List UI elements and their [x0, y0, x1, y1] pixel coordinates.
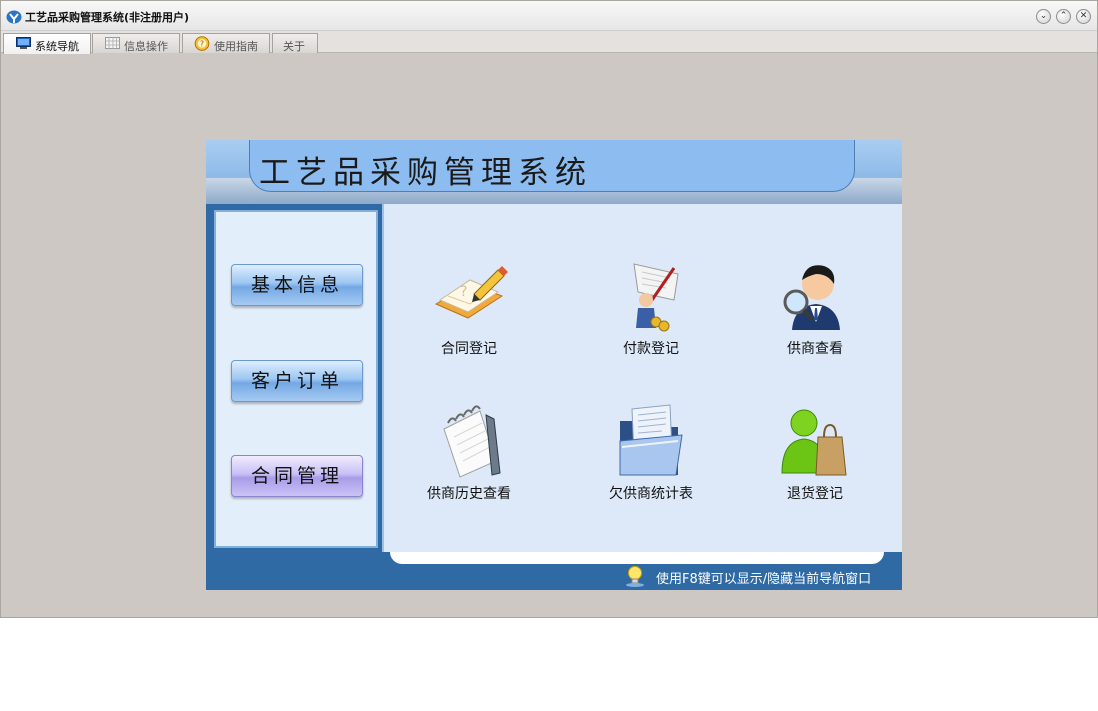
svg-text:?: ?: [200, 39, 204, 48]
nav-item-label: 合同登记: [441, 341, 497, 357]
tab-about[interactable]: 关于: [272, 33, 318, 53]
tip-bar: 使用F8键可以显示/隐藏当前导航窗口: [624, 564, 894, 588]
grid-icon: [105, 37, 120, 49]
tab-label: 使用指南: [214, 40, 258, 53]
sidebar-button-contract-mgmt[interactable]: 合同管理: [231, 455, 363, 497]
title-bar: 工艺品采购管理系统(非注册用户) ⌄ ⌃ ✕: [1, 1, 1097, 31]
nav-item-return-register[interactable]: 退货登记: [740, 401, 890, 503]
monitor-icon: [16, 37, 31, 49]
nav-item-label: 退货登记: [787, 486, 843, 502]
sidebar: 基本信息 客户订单 合同管理: [214, 210, 378, 548]
tab-bar: 系统导航 信息操作 ? 使用指南 关于: [1, 31, 1097, 54]
tab-label: 系统导航: [35, 40, 79, 53]
payment-person-icon: [633, 263, 679, 332]
nav-item-label: 欠供商统计表: [609, 486, 693, 502]
navigation-panel: 工艺品采购管理系统 基本信息 客户订单 合同管理 ? 合同登记 付款登记 供商查…: [206, 140, 902, 590]
tip-text: 使用F8键可以显示/隐藏当前导航窗口: [656, 572, 872, 587]
nav-item-payment-register[interactable]: 付款登记: [576, 256, 726, 358]
tab-system-nav[interactable]: 系统导航: [3, 33, 91, 54]
footer-arc: [390, 552, 884, 564]
nav-item-supplier-debt-stats[interactable]: 欠供商统计表: [576, 401, 726, 503]
close-button[interactable]: ✕: [1076, 9, 1091, 24]
app-window: 工艺品采购管理系统(非注册用户) ⌄ ⌃ ✕ 系统导航 信息操作 ? 使用指南 …: [0, 0, 1098, 618]
person-magnifier-icon: [783, 265, 840, 330]
maximize-button[interactable]: ⌃: [1056, 9, 1071, 24]
content-area: ? 合同登记 付款登记 供商查看 供商历史查看 欠供商统计表 退货登记: [382, 204, 902, 552]
lightbulb-icon: [626, 566, 644, 587]
tab-user-guide[interactable]: ? 使用指南: [182, 33, 270, 53]
nav-item-supplier-history[interactable]: 供商历史查看: [394, 401, 544, 503]
header-title-box: 工艺品采购管理系统: [249, 140, 855, 192]
notebook-pencil-icon: ?: [434, 266, 508, 319]
tab-label: 关于: [283, 40, 305, 53]
notepad-icon: [443, 405, 501, 478]
app-logo-icon: [6, 10, 22, 24]
sidebar-button-customer-orders[interactable]: 客户订单: [231, 360, 363, 402]
sidebar-button-basic-info[interactable]: 基本信息: [231, 264, 363, 306]
nav-item-supplier-view[interactable]: 供商查看: [740, 256, 890, 358]
nav-item-label: 供商历史查看: [427, 486, 511, 502]
window-title: 工艺品采购管理系统(非注册用户): [25, 11, 190, 24]
svg-text:?: ?: [460, 284, 467, 300]
folder-documents-icon: [619, 404, 683, 476]
nav-item-label: 供商查看: [787, 341, 843, 357]
user-shopping-bag-icon: [781, 409, 847, 476]
nav-item-label: 付款登记: [623, 341, 679, 357]
minimize-button[interactable]: ⌄: [1036, 9, 1051, 24]
tab-info-ops[interactable]: 信息操作: [92, 33, 180, 53]
nav-item-contract-register[interactable]: ? 合同登记: [394, 256, 544, 358]
panel-title: 工艺品采购管理系统: [259, 155, 592, 191]
tab-label: 信息操作: [124, 40, 168, 53]
help-icon: ?: [194, 36, 210, 51]
panel-header: 工艺品采购管理系统: [206, 140, 902, 204]
